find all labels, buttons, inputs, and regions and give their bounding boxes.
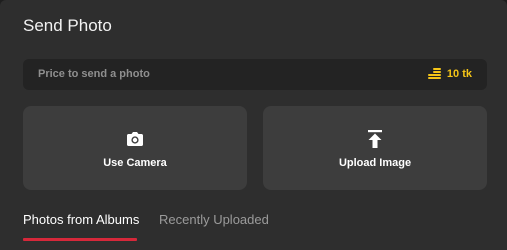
send-photo-dialog: Send Photo Price to send a photo 10 tk U… [0,0,507,250]
coins-icon [427,68,441,79]
price-value-group: 10 tk [427,67,472,80]
use-camera-label: Use Camera [103,157,167,169]
upload-icon [364,128,386,150]
price-label: Price to send a photo [38,68,150,80]
dialog-title: Send Photo [23,16,112,35]
active-tab-indicator [23,238,137,241]
price-value: 10 tk [446,67,472,80]
price-bar: Price to send a photo 10 tk [23,59,487,90]
photo-source-tabs: Photos from Albums Recently Uploaded [0,212,507,250]
tab-recently-uploaded[interactable]: Recently Uploaded [159,212,269,240]
upload-image-label: Upload Image [338,157,412,169]
upload-image-button[interactable]: Upload Image [263,106,487,190]
tab-photos-from-albums[interactable]: Photos from Albums [23,212,139,240]
use-camera-button[interactable]: Use Camera [23,106,247,190]
camera-icon [124,128,146,150]
